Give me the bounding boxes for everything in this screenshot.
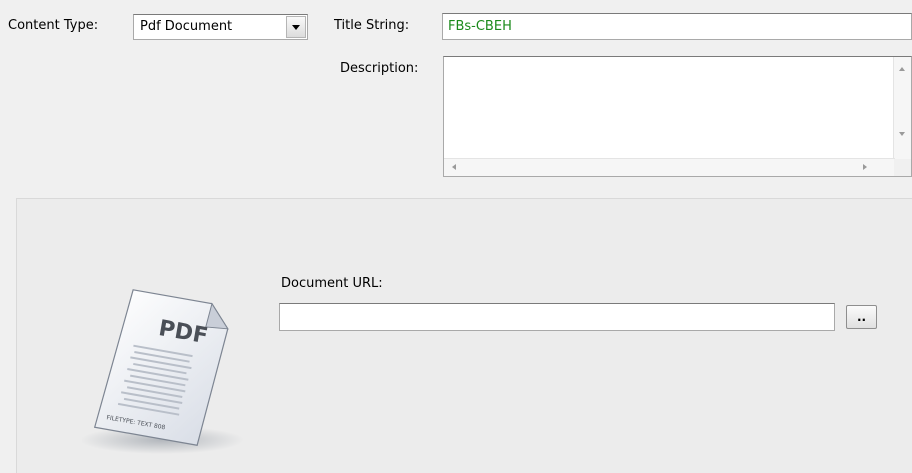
pdf-document-icon: PDF FILETYPE: TEXT 808 <box>80 288 252 467</box>
scroll-down-icon[interactable] <box>899 132 905 136</box>
document-url-input[interactable] <box>279 303 835 331</box>
content-type-value: Pdf Document <box>140 19 233 34</box>
dropdown-arrow-button[interactable] <box>286 16 306 38</box>
scroll-left-icon[interactable] <box>452 164 456 170</box>
scroll-up-icon[interactable] <box>899 67 905 71</box>
title-string-label: Title String: <box>334 18 410 33</box>
document-url-label: Document URL: <box>281 276 383 291</box>
browse-button[interactable]: .. <box>846 305 877 329</box>
content-type-dropdown[interactable]: Pdf Document <box>133 14 308 40</box>
description-vertical-scrollbar[interactable] <box>893 57 911 160</box>
chevron-down-icon <box>292 24 300 30</box>
title-string-input[interactable]: FBs-CBEH <box>442 13 912 40</box>
scrollbar-corner <box>894 159 911 176</box>
description-horizontal-scrollbar[interactable] <box>444 158 895 176</box>
scroll-right-icon[interactable] <box>863 164 867 170</box>
title-string-value: FBs-CBEH <box>448 19 512 34</box>
description-textarea[interactable] <box>443 56 912 177</box>
content-type-label: Content Type: <box>8 18 99 33</box>
description-label: Description: <box>340 61 419 76</box>
